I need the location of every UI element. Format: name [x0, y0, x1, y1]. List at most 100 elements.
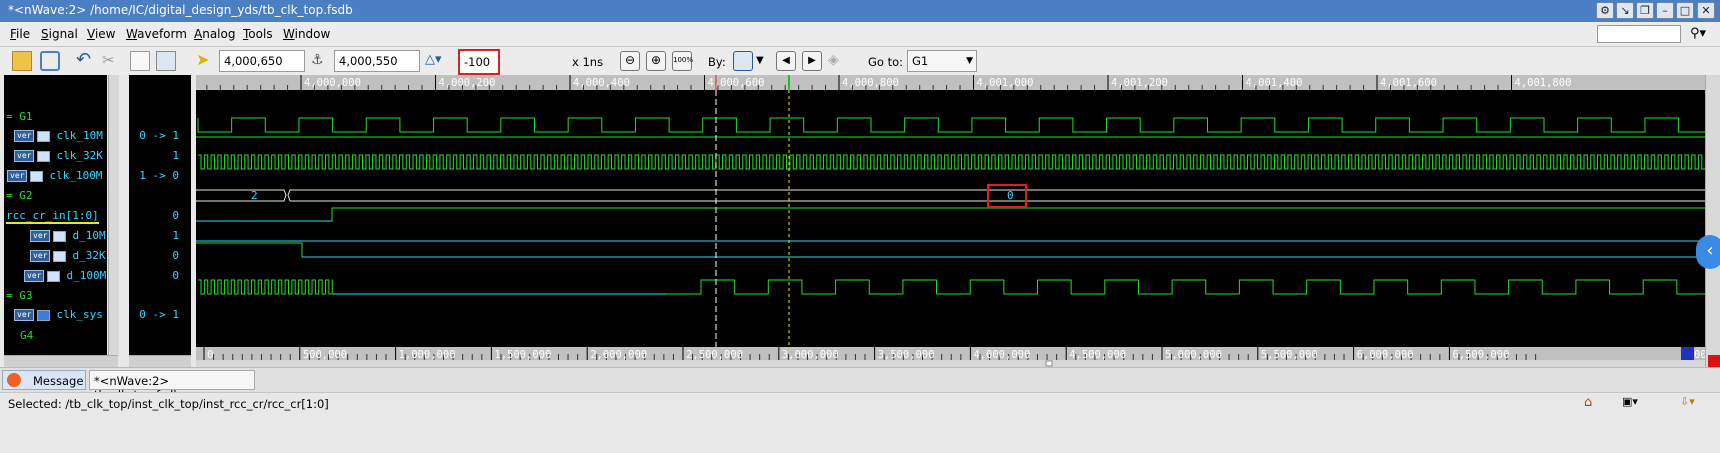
time-unit-label: x 1ns	[572, 55, 604, 69]
pointer-icon[interactable]: ➤	[196, 51, 216, 71]
marker-time-field[interactable]: 4,000,550	[334, 50, 420, 72]
overview-label: 0	[207, 349, 213, 361]
value-d-10m: 1	[172, 229, 179, 242]
menu-view[interactable]: View	[87, 27, 115, 41]
overview-label: 4,000,000	[973, 349, 1030, 361]
paste-icon[interactable]	[156, 51, 176, 71]
tag-icon[interactable]: ◈	[828, 51, 848, 71]
value-d-100m: 0	[172, 269, 179, 282]
signal-clk-32k[interactable]: ver clk_32K	[14, 149, 103, 162]
value-clk-32k: 1	[172, 149, 179, 162]
value-d-32k: 0	[172, 249, 179, 262]
by-dropdown-icon[interactable]: ▼	[756, 51, 776, 71]
home-icon[interactable]: ⌂	[1584, 395, 1602, 411]
restore-icon[interactable]: ❐	[1636, 2, 1654, 19]
group-g1[interactable]: = G1	[6, 110, 33, 123]
search-icon[interactable]: ⚲▾	[1690, 26, 1712, 42]
overview-label: 1,500,000	[494, 349, 551, 361]
ruler-label: 4,000,200	[439, 77, 496, 89]
signal-clk-10m[interactable]: ver clk_10M	[14, 129, 103, 142]
signal-d-10m[interactable]: ver d_10M	[30, 229, 106, 242]
overview-label: 2,000,000	[590, 349, 647, 361]
signal-clk-sys[interactable]: ver clk_sys	[14, 308, 103, 321]
overview-label: 500,000	[303, 349, 347, 361]
minimize-icon[interactable]: –	[1656, 2, 1674, 19]
by-label: By:	[708, 55, 726, 69]
message-icon	[7, 373, 21, 387]
value-clk-10m: 0 -> 1	[139, 129, 179, 142]
overview-label: 6,000,000	[1357, 349, 1414, 361]
goto-label: Go to:	[868, 55, 904, 69]
signal-clk-100m[interactable]: ver clk_100M	[7, 169, 102, 182]
menu-bar: File Signal View Waveform Analog Tools W…	[0, 22, 1720, 47]
ruler-label: 4,000,400	[573, 77, 630, 89]
pin-icon[interactable]: ↘	[1616, 2, 1634, 19]
group-g3[interactable]: = G3	[6, 289, 33, 302]
overview-label: 5,000,000	[1165, 349, 1222, 361]
menu-analog[interactable]: Analog	[194, 27, 235, 41]
ruler-label: 4,001,400	[1246, 77, 1303, 89]
overview-label: 3,500,000	[878, 349, 935, 361]
search-input[interactable]	[1597, 25, 1681, 43]
zoom-out-icon[interactable]: ⊖	[620, 51, 640, 71]
overview-window[interactable]	[1681, 347, 1694, 360]
tab-nwave[interactable]: *<nWave:2> tb_clk_top.fsdb	[89, 370, 255, 402]
value-clk-sys: 0 -> 1	[139, 308, 179, 321]
menu-window[interactable]: Window	[283, 27, 330, 41]
waveform-panel[interactable]: 4,000,000 4,000,200 4,000,400 4,000,600 4,00…	[196, 75, 1705, 367]
value-clk-100m: 1 -> 0	[139, 169, 179, 182]
zoom-fit-icon[interactable]: 100%	[672, 51, 693, 71]
open-file-icon[interactable]	[12, 51, 32, 71]
marker-icon[interactable]: ⚓	[311, 51, 331, 71]
waveform-canvas	[196, 90, 1705, 347]
bus-value-0: 0	[1007, 189, 1014, 202]
search-by-icon[interactable]	[733, 51, 753, 71]
menu-signal[interactable]: Signal	[41, 27, 78, 41]
signal-d-32k[interactable]: ver d_32K	[30, 249, 106, 262]
delta-field[interactable]: -100	[458, 49, 500, 75]
waveform-vscroll[interactable]: ‹	[1696, 75, 1720, 367]
overview-label: 00	[1694, 349, 1705, 361]
ruler-label: 4,001,600	[1380, 77, 1437, 89]
overview-label: 1,000,000	[399, 349, 456, 361]
download-icon[interactable]: ⇩▾	[1680, 395, 1714, 411]
zoom-in-icon[interactable]: ⊕	[646, 51, 666, 71]
maximize-icon[interactable]: □	[1676, 2, 1694, 19]
toolbar: ↶ ✂ ➤ 4,000,650 ⚓ 4,000,550 △▾ -100 x 1n…	[0, 47, 1720, 75]
settings-icon[interactable]: ⚙	[1596, 2, 1614, 19]
reload-icon[interactable]	[40, 51, 60, 71]
overview-label: 4,500,000	[1069, 349, 1126, 361]
waveform-hscroll[interactable]	[196, 360, 1705, 367]
cut-icon[interactable]: ✂	[102, 51, 122, 71]
name-panel-hscroll[interactable]	[4, 355, 118, 367]
tab-bar: Message *<nWave:2> tb_clk_top.fsdb	[0, 367, 1720, 402]
goto-select[interactable]: G1 ▼	[907, 50, 977, 72]
signal-d-100m[interactable]: ver d_100M	[24, 269, 106, 282]
ruler-label: 4,000,800	[842, 77, 899, 89]
tab-message[interactable]: Message	[2, 370, 86, 390]
window-title: *<nWave:2> /home/IC/digital_design_yds/t…	[8, 3, 353, 17]
name-panel-scrollbar[interactable]	[108, 75, 119, 355]
search-back-icon[interactable]: ◀	[776, 51, 796, 71]
undo-icon[interactable]: ↶	[76, 51, 96, 71]
waveform-hscroll-thumb[interactable]	[1045, 360, 1053, 367]
overview-label: 6,500,000	[1452, 349, 1509, 361]
group-g4[interactable]: G4	[20, 329, 33, 342]
value-rcc-cr-in: 0	[172, 209, 179, 222]
collapse-panel-icon[interactable]: ‹	[1696, 235, 1720, 269]
overview-label: 2,500,000	[686, 349, 743, 361]
menu-file[interactable]: File	[10, 27, 30, 41]
group-g2[interactable]: = G2	[6, 189, 33, 202]
menu-waveform[interactable]: Waveform	[126, 27, 187, 41]
layout-icon[interactable]: ▣▾	[1622, 395, 1656, 411]
value-panel-hscroll[interactable]	[129, 355, 191, 367]
copy-icon[interactable]	[130, 51, 150, 71]
bus-value-2: 2	[251, 189, 258, 202]
delta-icon[interactable]: △▾	[425, 51, 445, 71]
cursor-time-field[interactable]: 4,000,650	[219, 50, 305, 72]
signal-rcc-cr-in[interactable]: rcc_cr_in[1:0]	[6, 209, 99, 224]
menu-tools[interactable]: Tools	[243, 27, 273, 41]
search-forward-icon[interactable]: ▶	[802, 51, 822, 71]
close-icon[interactable]: ✕	[1697, 2, 1715, 19]
ruler-label: 4,001,200	[1111, 77, 1168, 89]
